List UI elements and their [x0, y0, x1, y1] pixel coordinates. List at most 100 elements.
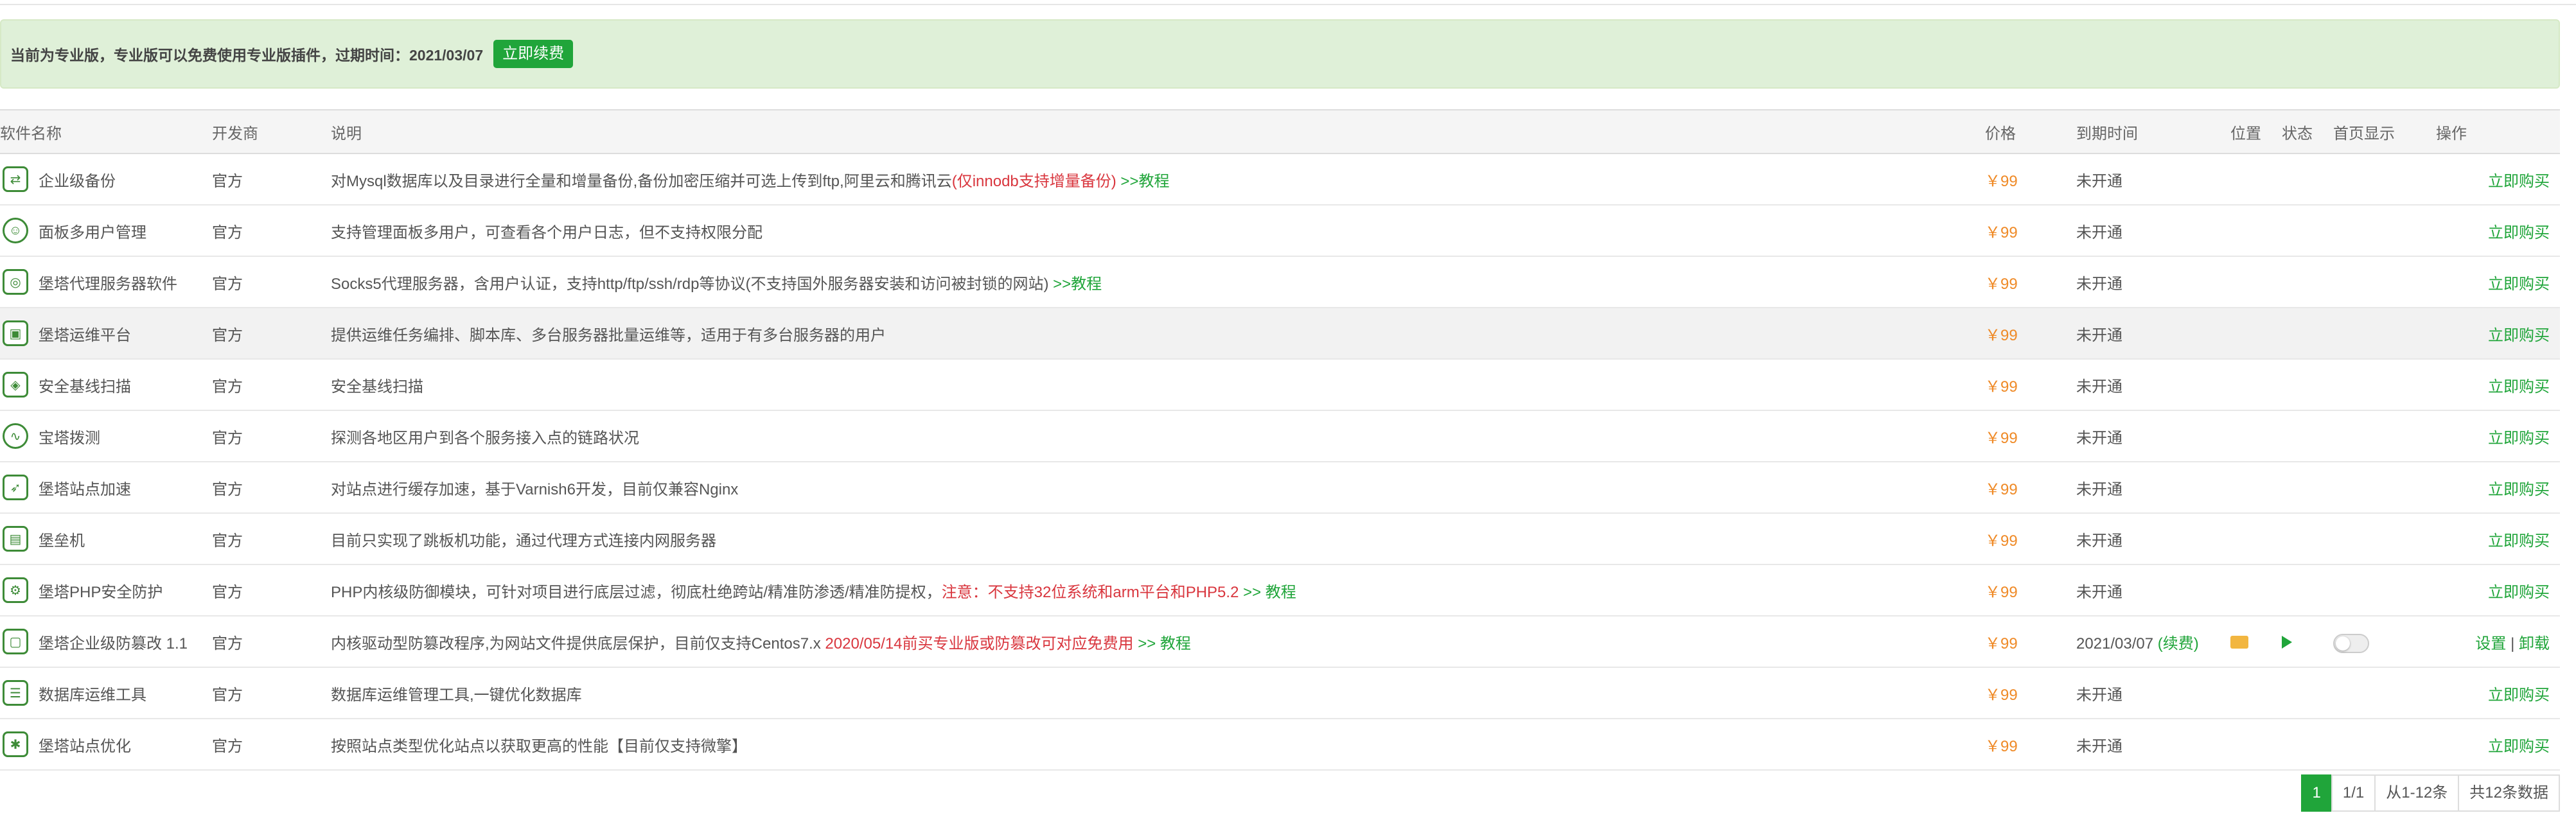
shield-icon: ◈ [3, 372, 28, 398]
row-name[interactable]: 堡塔代理服务器软件 [39, 271, 177, 293]
row-price: ￥99 [1985, 480, 2018, 498]
row-name[interactable]: 堡塔站点加速 [39, 476, 131, 499]
table-row: ☰ 数据库运维工具 官方 数据库运维管理工具,一键优化数据库 ￥99 未开通 立即… [0, 667, 2560, 719]
row-price: ￥99 [1985, 429, 2018, 447]
row-name[interactable]: 堡垒机 [39, 528, 85, 550]
row-desc: Socks5代理服务器，含用户认证，支持http/ftp/ssh/rdp等协议(… [331, 275, 1049, 293]
row-name[interactable]: 企业级备份 [39, 168, 116, 191]
folder-icon[interactable] [2230, 636, 2248, 649]
row-name[interactable]: 堡塔运维平台 [39, 322, 131, 345]
row-price: ￥99 [1985, 583, 2018, 601]
row-vendor: 官方 [212, 480, 243, 498]
row-expire: 未开通 [2076, 275, 2122, 293]
row-vendor: 官方 [212, 378, 243, 396]
row-vendor: 官方 [212, 429, 243, 447]
table-row: ➶ 堡塔站点加速 官方 对站点进行缓存加速，基于Varnish6开发，目前仅兼容N… [0, 462, 2560, 514]
tutorial-link[interactable]: >>教程 [1048, 275, 1102, 293]
row-name[interactable]: 宝塔拨测 [39, 425, 100, 448]
row-vendor: 官方 [212, 172, 243, 190]
col-header-price[interactable]: 价格 [1985, 109, 2076, 154]
row-vendor: 官方 [212, 223, 243, 241]
buy-now-link[interactable]: 立即购买 [2488, 738, 2550, 755]
row-expire: 未开通 [2076, 429, 2122, 447]
home-display-toggle[interactable] [2333, 633, 2369, 653]
buy-now-link[interactable]: 立即购买 [2488, 686, 2550, 704]
buy-now-link[interactable]: 立即购买 [2488, 378, 2550, 396]
col-header-desc: 说明 [331, 109, 1985, 154]
row-desc: 支持管理面板多用户，可查看各个用户日志，但不支持权限分配 [331, 223, 763, 241]
backup-icon: ⇄ [3, 166, 28, 192]
table-row: ◈ 安全基线扫描 官方 安全基线扫描 ￥99 未开通 立即购买 [0, 359, 2560, 411]
row-desc: 目前只实现了跳板机功能，通过代理方式连接内网服务器 [331, 532, 716, 550]
table-row: ⇄ 企业级备份 官方 对Mysql数据库以及目录进行全量和增量备份,备份加密压缩并… [0, 153, 2560, 205]
table-row: ⚙ 堡塔PHP安全防护 官方 PHP内核级防御模块，可针对项目进行底层过滤，彻底杜… [0, 564, 2560, 616]
tutorial-link[interactable]: >> 教程 [1134, 635, 1191, 652]
row-price: ￥99 [1985, 275, 2018, 293]
row-desc: 探测各地区用户到各个服务接入点的链路状况 [331, 429, 639, 447]
row-expire: 未开通 [2076, 378, 2122, 396]
php-shield-icon: ⚙ [3, 577, 28, 603]
row-desc: PHP内核级防御模块，可针对项目进行底层过滤，彻底杜绝跨站/精准防渗透/精准防提… [331, 583, 942, 601]
col-header-location: 位置 [2230, 109, 2282, 154]
row-name[interactable]: 数据库运维工具 [39, 682, 146, 704]
renew-link[interactable]: (续费) [2158, 635, 2199, 652]
row-desc-warning: 注意：不支持32位系统和arm平台和PHP5.2 [941, 583, 1239, 601]
buy-now-link[interactable]: 立即购买 [2488, 532, 2550, 550]
row-price: ￥99 [1985, 378, 2018, 396]
tutorial-link[interactable]: >>教程 [1116, 173, 1169, 190]
col-header-name[interactable]: 软件名称 [0, 109, 212, 154]
row-desc: 数据库运维管理工具,一键优化数据库 [331, 686, 582, 704]
col-header-expire[interactable]: 到期时间 [2076, 109, 2230, 154]
buy-now-link[interactable]: 立即购买 [2488, 327, 2550, 344]
row-name[interactable]: 面板多用户管理 [39, 220, 146, 242]
row-price: ￥99 [1985, 737, 2018, 755]
buy-now-link[interactable]: 立即购买 [2488, 224, 2550, 241]
buy-now-link[interactable]: 立即购买 [2488, 430, 2550, 447]
row-vendor: 官方 [212, 532, 243, 550]
buy-now-link[interactable]: 立即购买 [2488, 275, 2550, 293]
tutorial-link[interactable]: >> 教程 [1239, 584, 1296, 601]
renew-button[interactable]: 立即续费 [493, 40, 574, 68]
table-row: ☺ 面板多用户管理 官方 支持管理面板多用户，可查看各个用户日志，但不支持权限分配… [0, 205, 2560, 257]
row-price: ￥99 [1985, 686, 2018, 704]
tamper-icon: ▢ [3, 629, 28, 654]
table-header-row: 软件名称 开发商 说明 价格 到期时间 位置 状态 首页显示 操作 [0, 109, 2560, 154]
row-vendor: 官方 [212, 275, 243, 293]
row-name[interactable]: 堡塔站点优化 [39, 733, 131, 756]
buy-now-link[interactable]: 立即购买 [2488, 173, 2550, 190]
row-expire: 未开通 [2076, 686, 2122, 704]
pro-notice-banner: 当前为专业版，专业版可以免费使用专业版插件，过期时间：2021/03/07 立即… [0, 19, 2560, 89]
row-price: ￥99 [1985, 634, 2018, 652]
row-price: ￥99 [1985, 326, 2018, 344]
rocket-icon: ➶ [3, 475, 28, 500]
col-header-home: 首页显示 [2333, 109, 2436, 154]
buy-now-link[interactable]: 立即购买 [2488, 584, 2550, 601]
uninstall-link[interactable]: 卸载 [2519, 635, 2550, 652]
row-expire: 未开通 [2076, 326, 2122, 344]
top-divider [0, 0, 2576, 5]
page-range: 从1-12条 [2374, 774, 2460, 812]
action-separator: | [2506, 634, 2519, 652]
page-count: 1/1 [2331, 774, 2376, 812]
row-expire: 未开通 [2076, 532, 2122, 550]
users-icon: ☺ [3, 218, 28, 243]
table-row: ∿ 宝塔拨测 官方 探测各地区用户到各个服务接入点的链路状况 ￥99 未开通 立即… [0, 410, 2560, 462]
database-icon: ☰ [3, 680, 28, 706]
page-current[interactable]: 1 [2300, 774, 2333, 812]
row-vendor: 官方 [212, 583, 243, 601]
pagination: 1 1/1 从1-12条 共12条数据 [2300, 774, 2560, 812]
buy-now-link[interactable]: 立即购买 [2488, 481, 2550, 498]
table-body: ⇄ 企业级备份 官方 对Mysql数据库以及目录进行全量和增量备份,备份加密压缩并… [0, 153, 2560, 771]
row-desc-warning: (仅innodb支持增量备份) [951, 172, 1116, 190]
software-table: 软件名称 开发商 说明 价格 到期时间 位置 状态 首页显示 操作 ⇄ 企业级备份… [0, 109, 2560, 771]
row-expire: 未开通 [2076, 223, 2122, 241]
play-icon[interactable] [2282, 636, 2292, 649]
row-desc: 内核驱动型防篡改程序,为网站文件提供底层保护，目前仅支持Centos7.x [331, 634, 825, 652]
row-expire: 未开通 [2076, 737, 2122, 755]
row-name[interactable]: 堡塔企业级防篡改 1.1 [39, 631, 188, 653]
settings-link[interactable]: 设置 [2475, 635, 2506, 652]
row-expire: 2021/03/07 [2076, 634, 2154, 652]
row-name[interactable]: 安全基线扫描 [39, 374, 131, 396]
proxy-icon: ◎ [3, 269, 28, 295]
row-name[interactable]: 堡塔PHP安全防护 [39, 579, 163, 602]
